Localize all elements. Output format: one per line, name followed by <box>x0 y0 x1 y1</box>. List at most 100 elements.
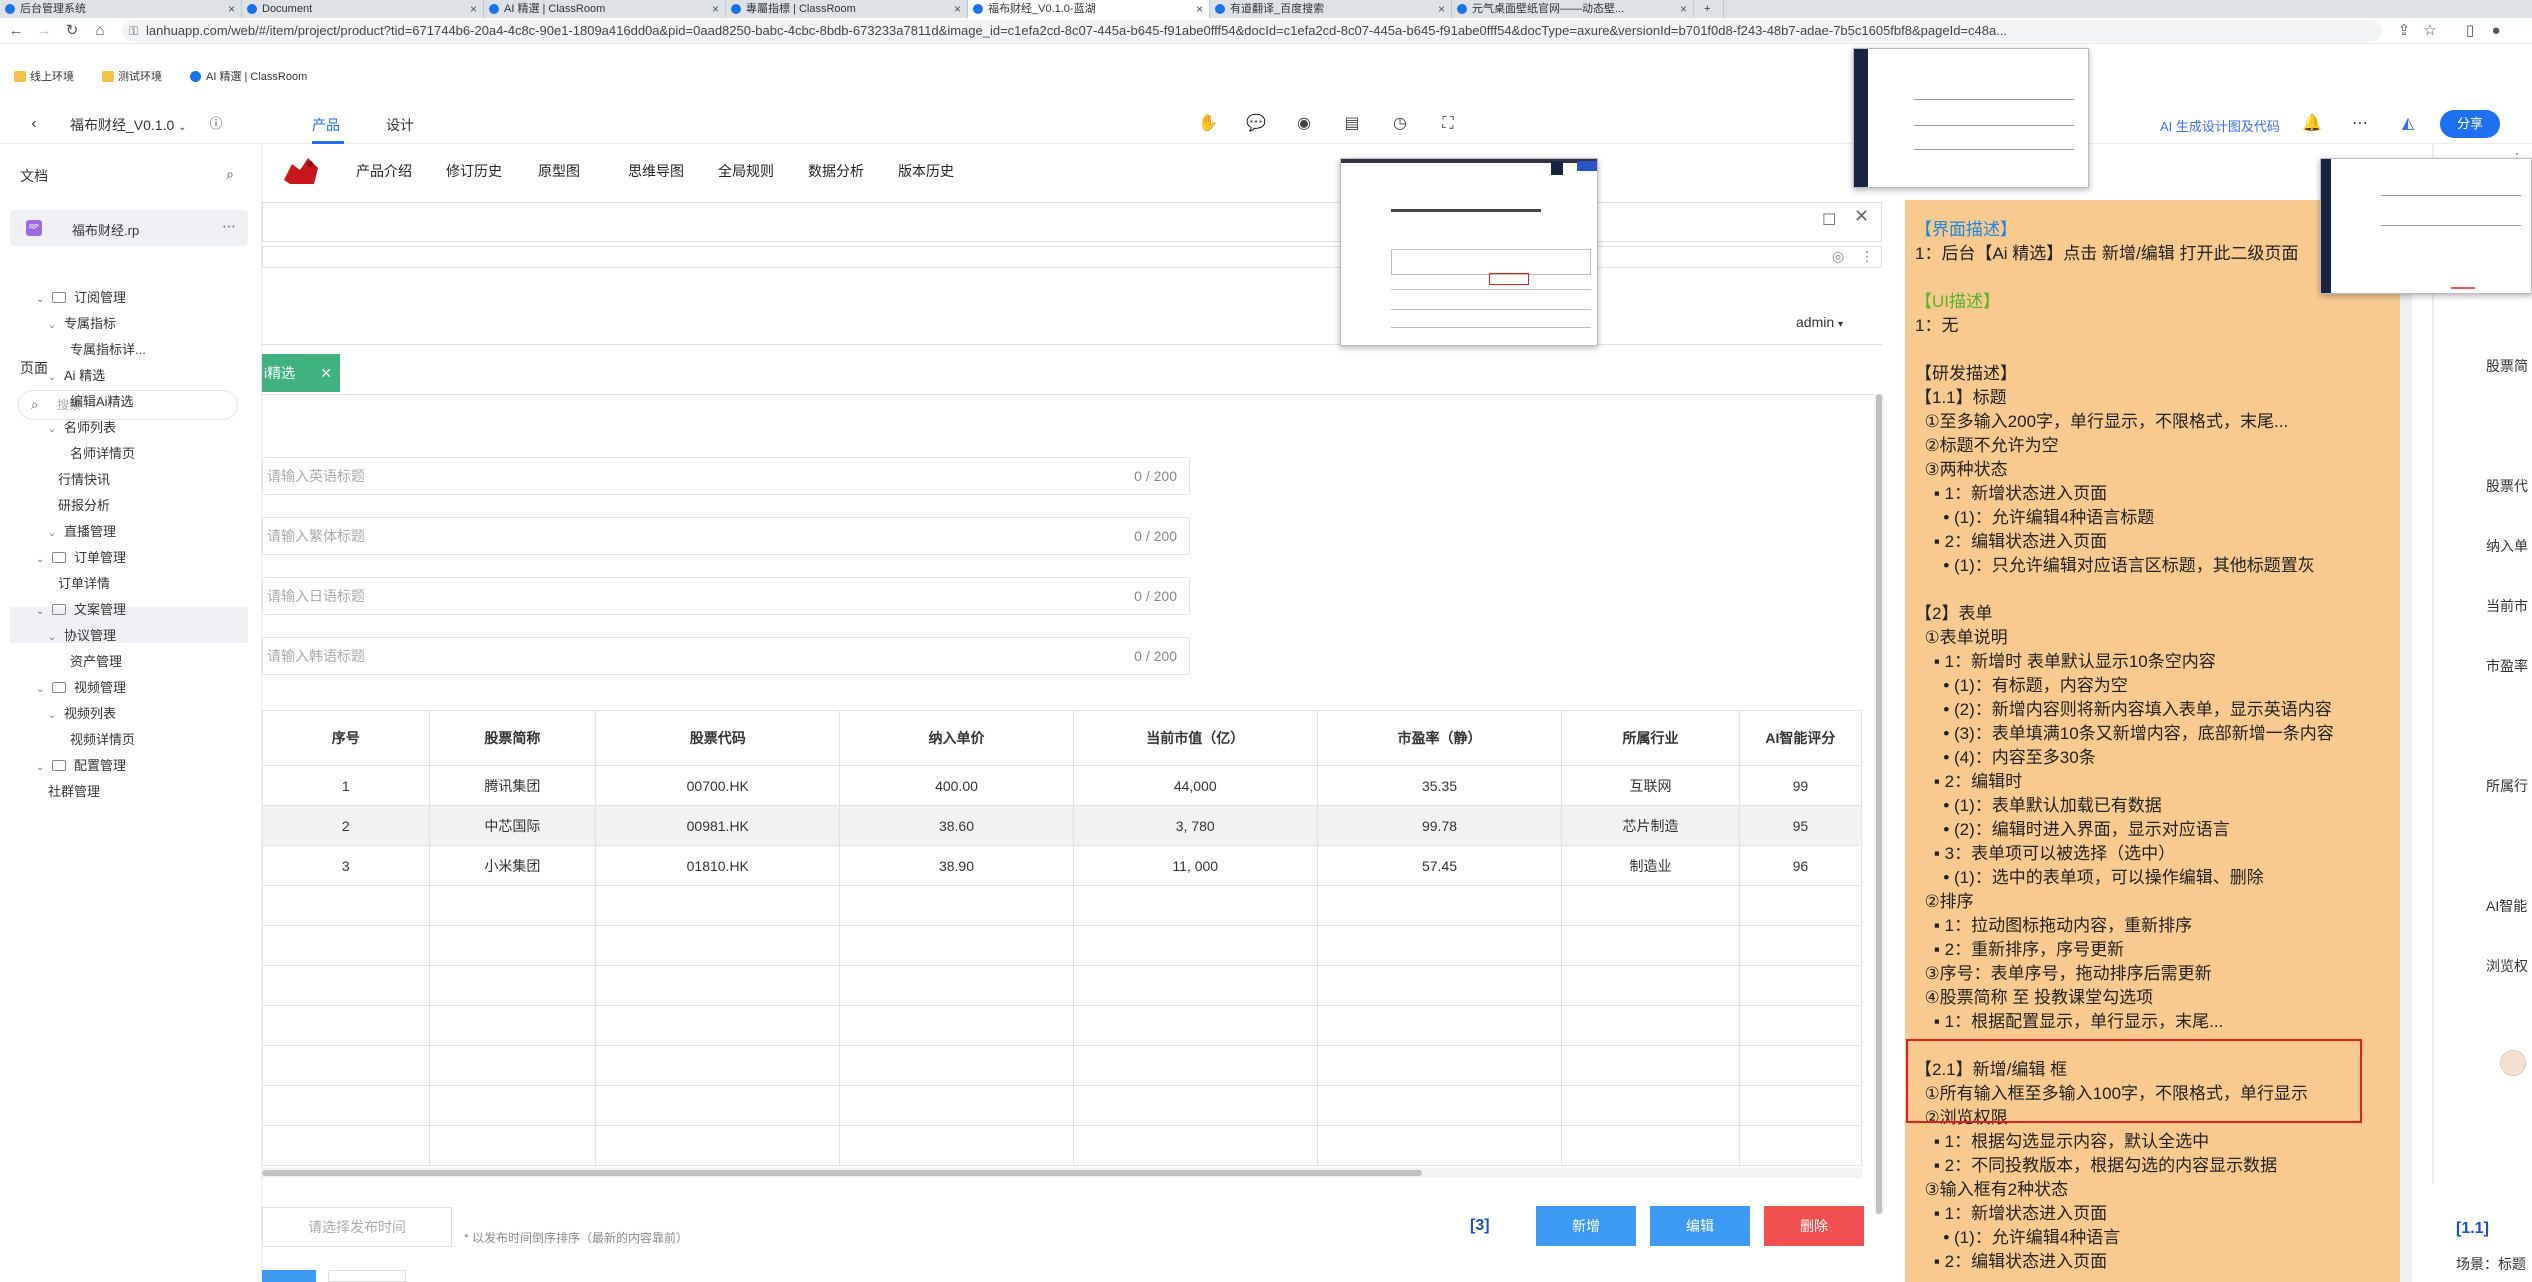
tree-item[interactable]: 社群管理 <box>48 781 100 800</box>
avatar[interactable] <box>2500 1050 2526 1076</box>
info-icon[interactable]: ⓘ <box>206 114 226 134</box>
notification-bell-icon[interactable]: 🔔 <box>2302 114 2322 134</box>
title-input[interactable]: 请输入韩语标题 0 / 200 <box>262 637 1190 675</box>
delete-button[interactable]: 删除 <box>1764 1206 1864 1246</box>
close-tab-icon[interactable]: × <box>470 0 477 18</box>
tree-item[interactable]: 名师详情页 <box>70 443 135 462</box>
more-vertical-icon[interactable]: ⋮ <box>1860 248 1874 265</box>
bookmark-star-icon[interactable]: ☆ <box>2420 21 2440 41</box>
chevron-down-icon[interactable]: ⌄ <box>36 294 52 305</box>
page-count[interactable]: [3] <box>1470 1217 1490 1235</box>
close-tab-icon[interactable]: × <box>1196 0 1203 18</box>
history-clock-icon[interactable]: ◷ <box>1390 114 1410 134</box>
tree-item[interactable]: ⌄ 直播管理 <box>48 521 116 540</box>
tree-item[interactable]: 订单详情 <box>58 573 110 592</box>
browser-tab[interactable]: 元气桌面壁纸官网——动态壁... × <box>1452 0 1694 18</box>
scroll-thumb[interactable] <box>1876 394 1882 1214</box>
hand-tool-icon[interactable]: ✋ <box>1198 114 1218 134</box>
search-icon[interactable]: ⌕ <box>220 164 240 184</box>
horizontal-scrollbar[interactable] <box>262 1168 1862 1178</box>
close-tab-icon[interactable]: × <box>712 0 719 18</box>
doc-file-item[interactable]: RP 福布财经.rp ⋯ <box>10 210 248 246</box>
vertical-scrollbar[interactable] <box>1874 394 1884 1214</box>
column-header[interactable]: AI智能评分 <box>1738 710 1863 766</box>
tree-item[interactable]: 编辑Ai精选 <box>70 391 134 410</box>
column-header[interactable]: 纳入单价 <box>839 710 1074 766</box>
empty-table-row[interactable] <box>262 1045 1863 1086</box>
share-button[interactable]: 分享 <box>2440 110 2500 138</box>
bookmark-item[interactable]: AI 精選 | ClassRoom <box>190 69 307 85</box>
prototype-nav-item[interactable]: 产品介绍 <box>356 161 412 181</box>
bookmark-item[interactable]: 线上环境 <box>14 69 74 85</box>
title-input[interactable]: 请输入英语标题 0 / 200 <box>262 457 1190 495</box>
prototype-nav-item[interactable]: 修订历史 <box>446 161 502 181</box>
profile-icon[interactable]: ● <box>2486 21 2506 41</box>
avatar-icon[interactable]: ◎ <box>1832 248 1844 265</box>
chevron-down-icon[interactable]: ⌄ <box>48 710 64 721</box>
close-tab-icon[interactable]: × <box>1438 0 1445 18</box>
empty-table-row[interactable] <box>262 1085 1863 1126</box>
chevron-down-icon[interactable]: ⌄ <box>48 424 64 435</box>
tree-item[interactable]: 资产管理 <box>70 651 122 670</box>
browser-tab[interactable]: 后台管理系统 × <box>0 0 242 18</box>
close-icon[interactable]: ✕ <box>320 354 332 392</box>
tree-item[interactable]: ⌄ 协议管理 <box>48 625 116 644</box>
tree-item[interactable]: ⌄ 视频管理 <box>36 677 126 696</box>
side-panel-icon[interactable]: ▯ <box>2460 21 2480 41</box>
browser-tab[interactable]: Document × <box>242 0 484 18</box>
empty-table-row[interactable] <box>262 1005 1863 1046</box>
thumbnail-window[interactable] <box>1853 48 2089 188</box>
tree-item[interactable]: ⌄ 名师列表 <box>48 417 116 436</box>
maximize-icon[interactable]: ☐ <box>1822 210 1836 230</box>
thumbnail-window[interactable] <box>1340 158 1598 346</box>
table-row[interactable]: 2 中芯国际 00981.HK 38.60 3, 780 99.78 芯片制造 95 <box>262 805 1863 846</box>
tree-item[interactable]: 视频详情页 <box>70 729 135 748</box>
tab-design[interactable]: 设计 <box>386 115 414 135</box>
chevron-down-icon[interactable]: ⌄ <box>48 372 64 383</box>
chevron-down-icon[interactable]: ⌄ <box>36 762 52 773</box>
browser-tab[interactable]: 福布财经_V0.1.0-蓝湖 × <box>968 0 1210 18</box>
thumbnail-window[interactable] <box>2320 158 2532 294</box>
fullscreen-icon[interactable]: ⛶ <box>1438 114 1458 134</box>
empty-table-row[interactable] <box>262 965 1863 1006</box>
prototype-nav-item[interactable]: 原型图 <box>538 161 580 181</box>
chevron-down-icon[interactable]: ⌄ <box>36 554 52 565</box>
more-icon[interactable]: ⋯ <box>2350 114 2370 134</box>
empty-table-row[interactable] <box>262 1125 1863 1166</box>
reload-icon[interactable]: ↻ <box>62 21 82 41</box>
prototype-nav-item[interactable]: 全局规则 <box>718 161 774 181</box>
chevron-down-icon[interactable]: ⌄ <box>36 606 52 617</box>
column-header[interactable]: 所属行业 <box>1561 710 1740 766</box>
chevron-down-icon[interactable]: ⌄ <box>48 320 64 331</box>
site-info-icon[interactable]: ⚿ <box>129 20 138 42</box>
scroll-thumb[interactable] <box>262 1170 1422 1176</box>
chevron-down-icon[interactable]: ⌄ <box>36 684 52 695</box>
tree-item[interactable]: ⌄ 文案管理 <box>36 599 126 618</box>
tree-item[interactable]: ⌄ 视频列表 <box>48 703 116 722</box>
tree-item[interactable]: ⌄ 专属指标 <box>48 313 116 332</box>
annotation-scrollbar[interactable] <box>2400 200 2412 1282</box>
partial-button[interactable] <box>328 1270 406 1282</box>
tree-item[interactable]: 研报分析 <box>58 495 110 514</box>
edit-button[interactable]: 编辑 <box>1650 1206 1750 1246</box>
project-name[interactable]: 福布财经_V0.1.0 ⌄ <box>70 115 187 135</box>
tag-chip[interactable]: i精选 ✕ <box>262 354 340 392</box>
user-menu[interactable]: admin ▾ <box>1796 314 1843 330</box>
close-icon[interactable]: ✕ <box>1854 206 1869 227</box>
empty-table-row[interactable] <box>262 925 1863 966</box>
more-icon[interactable]: ⋯ <box>222 218 236 235</box>
bookmark-item[interactable]: 测试环境 <box>102 69 162 85</box>
close-tab-icon[interactable]: × <box>228 0 235 18</box>
home-icon[interactable]: ⌂ <box>90 21 110 41</box>
tree-item[interactable]: ⌄ 配置管理 <box>36 755 126 774</box>
tree-item[interactable]: ⌄ Ai 精选 <box>48 365 105 384</box>
partial-button[interactable] <box>262 1270 316 1282</box>
new-tab-button[interactable]: + <box>1694 0 1724 18</box>
forward-icon[interactable]: → <box>34 21 54 41</box>
column-header[interactable]: 当前市值（亿） <box>1072 710 1318 766</box>
title-input[interactable]: 请输入日语标题 0 / 200 <box>262 577 1190 615</box>
column-header[interactable]: 市盈率（静） <box>1316 710 1563 766</box>
close-tab-icon[interactable]: × <box>954 0 961 18</box>
browser-tab[interactable]: AI 精選 | ClassRoom × <box>484 0 726 18</box>
tree-item[interactable]: 行情快讯 <box>58 469 110 488</box>
